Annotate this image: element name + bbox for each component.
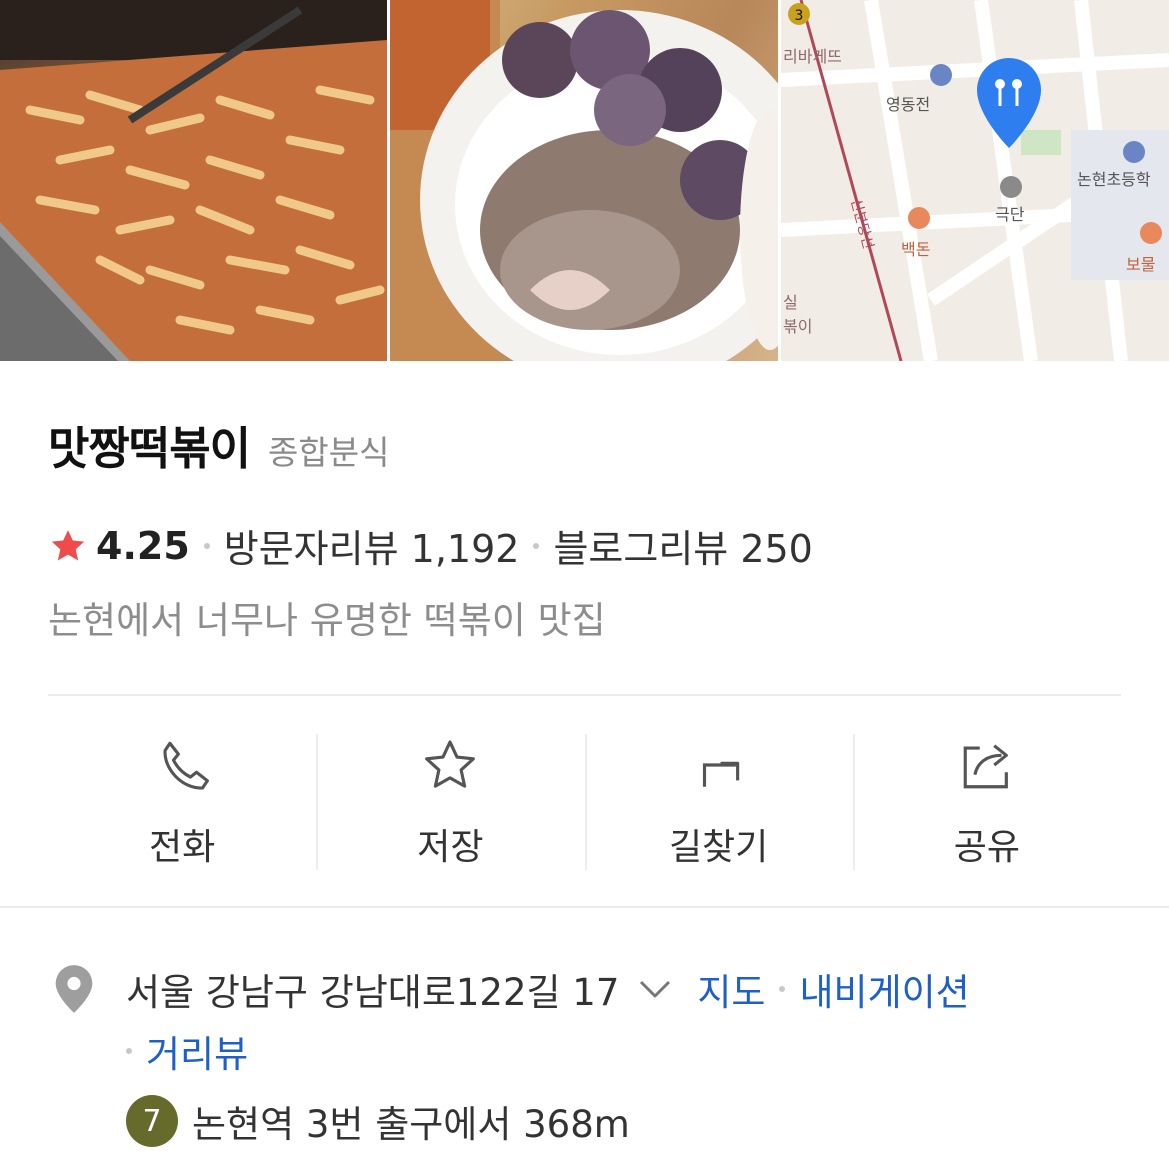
separator-dot [779, 986, 786, 992]
share-icon [963, 744, 1008, 789]
blog-reviews-link[interactable]: 블로그리뷰 250 [553, 518, 812, 573]
separator-dot [126, 1048, 132, 1054]
map-label: 볶이 [783, 317, 812, 336]
navigation-link[interactable]: 내비게이션 [799, 962, 969, 1016]
transit-text: 논현역 3번 출구에서 368m [192, 1103, 630, 1146]
map-station-badge: 3 [795, 8, 804, 24]
directions-label: 길찾기 [668, 827, 769, 868]
review-summary: 4.25 방문자리뷰 1,192 블로그리뷰 250 [48, 518, 813, 573]
map-label: 극단 [995, 205, 1025, 224]
section-divider [0, 906, 1169, 908]
map-label: 실 [783, 293, 798, 312]
sundae-illustration [390, 0, 778, 361]
divider [48, 694, 1121, 696]
rating-star-icon [51, 529, 85, 560]
chevron-down-icon[interactable] [635, 974, 675, 1004]
place-description: 논현에서 너무나 유명한 떡볶이 맛집 [48, 599, 606, 642]
map-label: 논현초등학 [1077, 170, 1151, 189]
street-view-link[interactable]: 거리뷰 [146, 1024, 248, 1078]
call-button[interactable]: 전화 [48, 730, 316, 870]
map-illustration: 3 리바게뜨 영동전 논현초등학 극단 백돈 보물 신분당선 실 볶이 [781, 0, 1169, 361]
sundae-photo[interactable] [390, 0, 778, 361]
place-category: 종합분식 [268, 433, 390, 472]
address-row: 서울 강남구 강남대로122길 17 지도 내비게이션 [52, 962, 970, 1016]
transit-info: 7 논현역 3번 출구에서 368m [126, 1094, 630, 1148]
map-label: 영동전 [886, 95, 930, 114]
address-links-row: 거리뷰 [126, 1024, 248, 1078]
separator-dot [203, 542, 210, 549]
call-label: 전화 [149, 827, 216, 868]
phone-icon [163, 741, 210, 790]
map-link[interactable]: 지도 [697, 962, 765, 1016]
save-label: 저장 [417, 827, 484, 868]
tteokbokki-photo[interactable] [0, 0, 387, 361]
place-name: 맛짱떡볶이 [48, 422, 251, 475]
place-header: 맛짱떡볶이 종합분식 [48, 412, 389, 477]
directions-button[interactable]: 길찾기 [584, 730, 853, 870]
share-button[interactable]: 공유 [852, 730, 1121, 870]
visitor-reviews-link[interactable]: 방문자리뷰 1,192 [224, 518, 520, 573]
action-bar: 전화 저장 길찾기 공유 [48, 730, 1121, 870]
subway-line-badge: 7 [126, 1095, 178, 1147]
star-outline-icon [425, 740, 476, 788]
save-button[interactable]: 저장 [316, 730, 584, 870]
tteokbokki-illustration [0, 0, 387, 361]
map-label: 보물 [1126, 255, 1155, 274]
separator-dot [533, 542, 540, 549]
map-thumbnail[interactable]: 3 리바게뜨 영동전 논현초등학 극단 백돈 보물 신분당선 실 볶이 [781, 0, 1169, 361]
address-text[interactable]: 서울 강남구 강남대로122길 17 [126, 962, 619, 1016]
photo-strip[interactable]: 3 리바게뜨 영동전 논현초등학 극단 백돈 보물 신분당선 실 볶이 [0, 0, 1169, 361]
share-label: 공유 [953, 827, 1020, 868]
rating-value: 4.25 [96, 523, 190, 568]
map-label: 리바게뜨 [783, 47, 842, 66]
directions-icon [702, 761, 739, 787]
location-pin-icon [55, 965, 93, 1013]
map-label: 백돈 [901, 240, 930, 259]
